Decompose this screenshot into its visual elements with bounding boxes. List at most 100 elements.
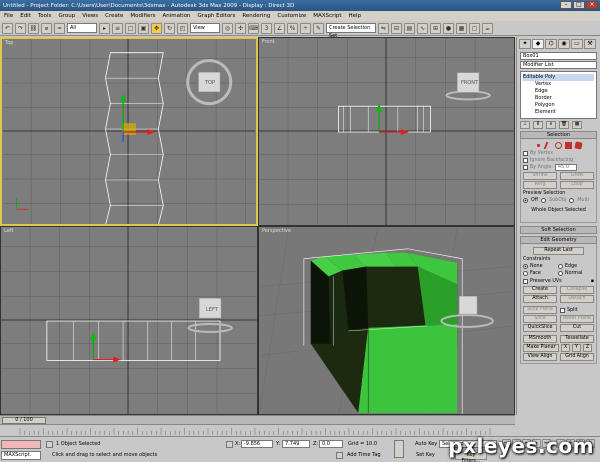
viewport-label-perspective[interactable]: Perspective [262,228,291,234]
edge-mode-icon[interactable] [543,142,554,149]
stack-item-vertex[interactable]: Vertex [523,81,594,88]
viewport-label-front[interactable]: Front [262,39,275,45]
repeat-last-button[interactable]: Repeat Last [533,247,584,255]
spinner-snap-icon[interactable]: ÷ [300,22,311,34]
material-editor-icon[interactable]: ● [443,22,454,34]
named-selection-select[interactable]: Create Selection Set [326,23,376,39]
percent-snap-icon[interactable]: % [287,22,298,34]
constraint-none-radio[interactable] [523,264,528,269]
ring-button[interactable]: Ring [523,181,557,189]
display-tab-icon[interactable]: ▭ [571,39,583,49]
window-crossing-icon[interactable]: ▣ [138,22,149,34]
select-manipulate-icon[interactable]: ✣ [235,22,246,34]
select-by-name-icon[interactable]: ≡ [112,22,123,34]
menu-modifiers[interactable]: Modifiers [130,13,155,19]
menu-maxscript[interactable]: MAXScript [313,13,341,19]
create-tab-icon[interactable]: ✦ [519,39,531,49]
y-coordinate-field[interactable]: 7.749 [282,440,310,448]
layer-manager-icon[interactable]: ▤ [404,22,415,34]
render-production-icon[interactable]: ☕ [482,22,493,34]
ignore-backfacing-row[interactable]: Ignore Backfacing [523,157,594,164]
constraint-face-radio[interactable] [523,271,528,276]
grow-button[interactable]: Grow [560,172,594,180]
constraint-edge-radio[interactable] [558,264,563,269]
view-cube-left-label[interactable]: LEFT [206,307,218,313]
set-key-big-icon[interactable] [394,440,404,458]
viewport-front[interactable]: Front FRONT [258,37,515,226]
menu-tools[interactable]: Tools [38,13,52,19]
attach-button[interactable]: Attach [523,295,557,303]
utilities-tab-icon[interactable]: ⚒ [584,39,596,49]
stack-item-polygon[interactable]: Polygon [523,102,594,109]
link-icon[interactable]: ⛓ [28,22,39,34]
collapse-button[interactable]: Collapse [560,286,594,294]
maxscript-listener-mini[interactable] [1,440,41,449]
maxscript-input[interactable]: MAXScript. [1,451,41,460]
menu-graph-editors[interactable]: Graph Editors [198,13,236,19]
schematic-view-icon[interactable]: ⊞ [430,22,441,34]
stack-item-border[interactable]: Border [523,95,594,102]
minimize-button[interactable]: – [560,1,572,9]
bind-space-warp-icon[interactable]: ≈ [54,22,65,34]
select-move-icon[interactable]: ✥ [151,22,162,34]
show-end-result-icon[interactable]: Ⅱ [533,121,543,129]
mirror-icon[interactable]: ⇋ [378,22,389,34]
menu-views[interactable]: Views [82,13,98,19]
menu-group[interactable]: Group [58,13,75,19]
view-cube-front-label[interactable]: FRONT [461,80,478,86]
planar-y-button[interactable]: Y [572,344,581,352]
stack-item-edge[interactable]: Edge [523,88,594,95]
vertex-mode-icon[interactable] [535,142,542,149]
pin-stack-icon[interactable]: ⊥ [520,121,530,129]
edit-geometry-rollout-header[interactable]: Edit Geometry [520,236,597,244]
time-slider-knob[interactable]: 0 / 100 [2,417,46,424]
reset-plane-button[interactable]: Reset Plane [560,315,594,323]
render-setup-icon[interactable]: ▦ [456,22,467,34]
tessellate-button[interactable]: Tessellate [560,335,594,343]
angle-value-field[interactable]: 45.0 [554,164,577,171]
time-slider[interactable]: 0 / 100 [0,415,515,424]
viewport-label-top[interactable]: Top [5,40,13,46]
by-vertex-row[interactable]: By Vertex [523,150,594,157]
by-angle-row[interactable]: By Angle: 45.0 [523,164,594,171]
time-tag-lock-icon[interactable] [336,452,343,459]
configure-modifier-sets-icon[interactable]: ▦ [572,121,582,129]
snap-toggle-icon[interactable]: 3 [261,22,272,34]
split-checkbox[interactable] [560,307,565,313]
hierarchy-tab-icon[interactable]: ⌬ [545,39,557,49]
absolute-mode-icon[interactable] [226,441,233,448]
border-mode-icon[interactable] [555,142,562,149]
x-coordinate-field[interactable]: -9.856 [241,440,273,448]
planar-x-button[interactable]: X [561,344,570,352]
object-name-field[interactable]: Box01 [520,52,597,60]
menu-rendering[interactable]: Rendering [242,13,270,19]
align-icon[interactable]: ⊟ [391,22,402,34]
grid-align-button[interactable]: Grid Align [560,353,594,361]
viewport-perspective[interactable]: Perspective [258,226,515,415]
detach-button[interactable]: Detach [560,295,594,303]
undo-icon[interactable]: ↶ [2,22,13,34]
view-align-button[interactable]: View Align [523,353,557,361]
view-cube-top-label[interactable]: TOP [205,80,215,86]
menu-edit[interactable]: Edit [20,13,31,19]
preserve-uvs-row[interactable]: Preserve UVs ▪ [523,278,594,285]
create-button[interactable]: Create [523,286,557,294]
preserve-uvs-settings-icon[interactable]: ▪ [591,278,594,285]
element-mode-icon[interactable] [574,141,583,150]
reference-coord-select[interactable]: View [190,23,220,33]
motion-tab-icon[interactable]: ◉ [558,39,570,49]
preview-multi-radio[interactable] [569,198,575,203]
menu-help[interactable]: Help [349,13,362,19]
split-row[interactable]: Split [560,307,594,314]
select-rotate-icon[interactable]: ↻ [164,22,175,34]
shrink-button[interactable]: Shrink [523,172,557,180]
by-vertex-checkbox[interactable] [523,151,528,156]
constraint-normal-radio[interactable] [558,271,563,276]
set-key-button[interactable]: Set Key [416,451,435,459]
menu-customize[interactable]: Customize [277,13,306,19]
selection-rollout-header[interactable]: Selection [520,131,597,139]
menu-create[interactable]: Create [105,13,123,19]
stack-item-editable-poly[interactable]: Editable Poly [523,74,594,81]
edit-named-selection-icon[interactable]: ✎ [313,22,324,34]
track-bar[interactable] [0,424,515,436]
